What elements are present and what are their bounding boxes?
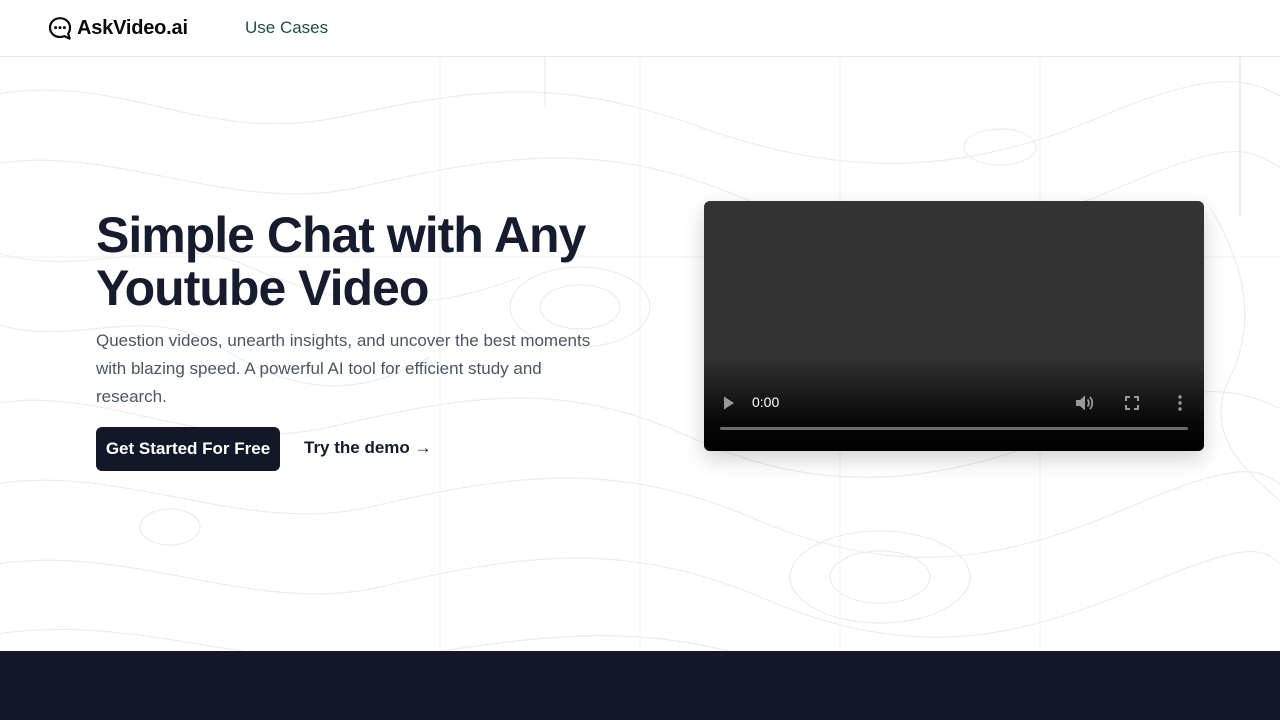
site-header: AskVideo.ai Use Cases	[0, 0, 1280, 57]
get-started-button[interactable]: Get Started For Free	[96, 427, 280, 471]
try-demo-link[interactable]: Try the demo →	[304, 438, 432, 458]
volume-icon[interactable]	[1074, 394, 1094, 412]
brand-logo[interactable]: AskVideo.ai	[48, 16, 188, 41]
fullscreen-icon[interactable]	[1125, 396, 1139, 410]
video-progress-bar[interactable]	[720, 427, 1188, 430]
video-player[interactable]: 0:00	[704, 201, 1204, 451]
dark-footer-band	[0, 651, 1280, 720]
hero-section: Simple Chat with Any Youtube Video Quest…	[0, 57, 1280, 651]
video-current-time: 0:00	[752, 394, 780, 410]
chat-bubble-icon	[48, 17, 72, 40]
play-icon[interactable]	[722, 395, 736, 411]
nav-link-use-cases[interactable]: Use Cases	[245, 18, 328, 38]
hero-headline: Simple Chat with Any Youtube Video	[96, 207, 586, 316]
hero-subheadline: Question videos, unearth insights, and u…	[96, 331, 591, 406]
brand-name: AskVideo.ai	[77, 17, 188, 39]
more-options-icon[interactable]	[1178, 395, 1182, 411]
